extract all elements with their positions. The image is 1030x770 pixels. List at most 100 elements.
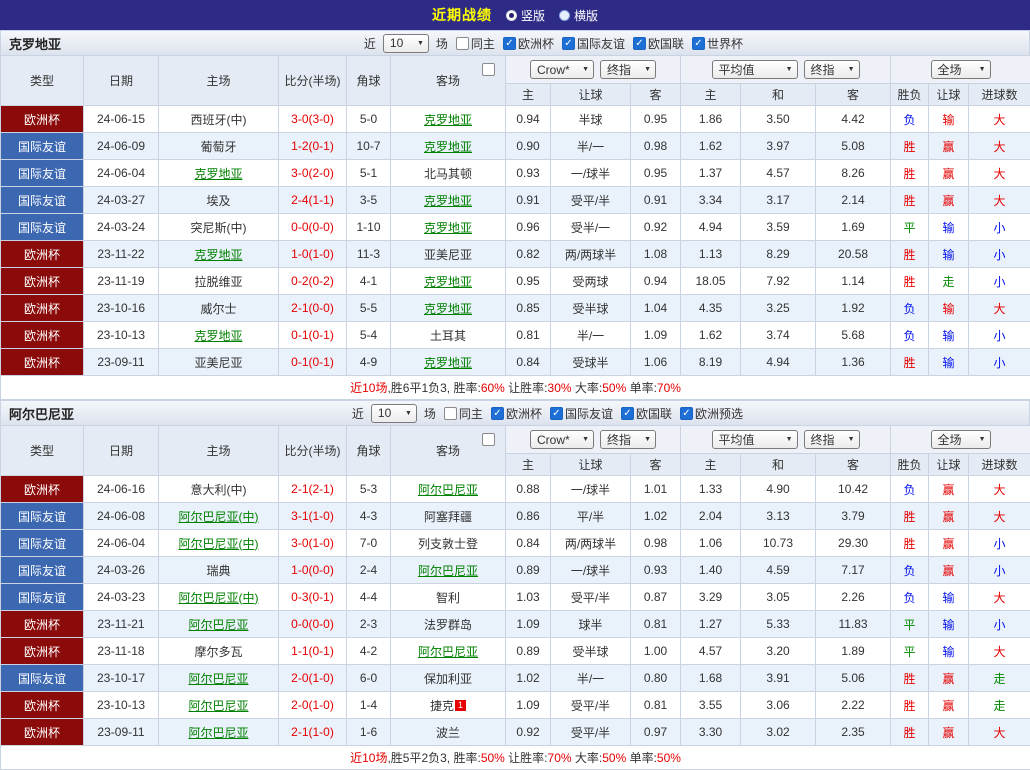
home-team-link[interactable]: 阿尔巴尼亚 bbox=[188, 618, 248, 632]
away-team-link[interactable]: 保加利亚 bbox=[424, 672, 472, 686]
home-team-link[interactable]: 西班牙(中) bbox=[191, 113, 247, 127]
away-team-link[interactable]: 列支敦士登 bbox=[418, 537, 478, 551]
same-home-checkbox[interactable] bbox=[444, 407, 457, 420]
league-checkbox[interactable] bbox=[692, 37, 705, 50]
league-filter-2[interactable]: 欧国联 bbox=[621, 405, 672, 422]
summary-text: 60% bbox=[481, 381, 505, 395]
league-filter-3[interactable]: 世界杯 bbox=[692, 35, 743, 52]
home-team-link[interactable]: 阿尔巴尼亚(中) bbox=[179, 537, 259, 551]
home-team-link[interactable]: 葡萄牙 bbox=[200, 140, 236, 154]
home-team-link[interactable]: 阿尔巴尼亚(中) bbox=[179, 510, 259, 524]
asian-odds-index-select[interactable]: 终指▼ bbox=[600, 430, 656, 449]
home-team-link[interactable]: 瑞典 bbox=[206, 564, 230, 578]
euro-odds-company-select[interactable]: 平均值▼ bbox=[712, 430, 798, 449]
away-team-cell: 捷克1 bbox=[391, 692, 506, 719]
league-type: 国际友谊 bbox=[1, 214, 84, 241]
away-team-link[interactable]: 阿尔巴尼亚 bbox=[418, 564, 478, 578]
home-team-link[interactable]: 意大利(中) bbox=[191, 483, 247, 497]
away-team-link[interactable]: 克罗地亚 bbox=[424, 140, 472, 154]
match-row: 欧洲杯23-11-22克罗地亚1-0(1-0)11-3亚美尼亚0.82两/两球半… bbox=[1, 241, 1030, 268]
league-filter-1[interactable]: 国际友谊 bbox=[550, 405, 613, 422]
match-count-select[interactable]: 10▼ bbox=[383, 34, 429, 53]
asian-home-odds: 0.94 bbox=[506, 106, 551, 133]
away-team-link[interactable]: 捷克 bbox=[430, 699, 454, 713]
radio-unselected-icon[interactable] bbox=[559, 10, 570, 21]
away-team-link[interactable]: 阿塞拜疆 bbox=[424, 510, 472, 524]
league-filter-3[interactable]: 欧洲预选 bbox=[680, 405, 743, 422]
match-date: 24-06-04 bbox=[84, 160, 159, 187]
away-team-link[interactable]: 法罗群岛 bbox=[424, 618, 472, 632]
league-checkbox[interactable] bbox=[503, 37, 516, 50]
asian-handicap: 球半 bbox=[551, 611, 631, 638]
away-team-link[interactable]: 克罗地亚 bbox=[424, 302, 472, 316]
home-team-link[interactable]: 突尼斯(中) bbox=[191, 221, 247, 235]
euro-home-odds: 3.55 bbox=[681, 692, 741, 719]
match-count-select[interactable]: 10▼ bbox=[371, 404, 417, 423]
asian-home-odds: 1.03 bbox=[506, 584, 551, 611]
euro-odds-index-select[interactable]: 终指▼ bbox=[804, 60, 860, 79]
horizontal-layout-option[interactable]: 横版 bbox=[559, 7, 598, 24]
away-team-link[interactable]: 阿尔巴尼亚 bbox=[418, 645, 478, 659]
goals-result-cell: 小 bbox=[969, 241, 1030, 268]
league-checkbox[interactable] bbox=[633, 37, 646, 50]
asian-odds-company-select[interactable]: Crow*▼ bbox=[530, 60, 594, 79]
home-team-link[interactable]: 阿尔巴尼亚 bbox=[188, 726, 248, 740]
summary-text: 让胜率: bbox=[505, 751, 548, 765]
home-team-link[interactable]: 阿尔巴尼亚 bbox=[188, 672, 248, 686]
odds-filter-checkbox[interactable] bbox=[482, 433, 495, 446]
home-team-link[interactable]: 摩尔多瓦 bbox=[194, 645, 242, 659]
match-scope-select[interactable]: 全场▼ bbox=[931, 430, 991, 449]
home-team-link[interactable]: 拉脱维亚 bbox=[194, 275, 242, 289]
same-home-checkbox[interactable] bbox=[456, 37, 469, 50]
asian-home-odds: 0.90 bbox=[506, 133, 551, 160]
league-filter-2[interactable]: 欧国联 bbox=[633, 35, 684, 52]
away-team-link[interactable]: 克罗地亚 bbox=[424, 194, 472, 208]
home-team-link[interactable]: 威尔士 bbox=[200, 302, 236, 316]
odds-filter-checkbox[interactable] bbox=[482, 63, 495, 76]
league-checkbox[interactable] bbox=[621, 407, 634, 420]
away-team-link[interactable]: 阿尔巴尼亚 bbox=[418, 483, 478, 497]
league-checkbox[interactable] bbox=[491, 407, 504, 420]
away-team-cell: 北马其顿 bbox=[391, 160, 506, 187]
away-team-link[interactable]: 北马其顿 bbox=[424, 167, 472, 181]
home-team-link[interactable]: 阿尔巴尼亚 bbox=[188, 699, 248, 713]
same-home-toggle[interactable]: 同主 bbox=[444, 405, 483, 422]
asian-handicap: 受半球 bbox=[551, 295, 631, 322]
league-filter-1[interactable]: 国际友谊 bbox=[562, 35, 625, 52]
asian-away-odds: 1.08 bbox=[631, 241, 681, 268]
select-value: 终指 bbox=[811, 61, 835, 78]
summary-text: 70% bbox=[657, 381, 681, 395]
match-scope-select[interactable]: 全场▼ bbox=[931, 60, 991, 79]
euro-home-odds: 1.13 bbox=[681, 241, 741, 268]
vertical-layout-option[interactable]: 竖版 bbox=[506, 7, 545, 24]
corner-cell: 5-4 bbox=[347, 322, 391, 349]
asian-odds-company-select[interactable]: Crow*▼ bbox=[530, 430, 594, 449]
away-team-link[interactable]: 克罗地亚 bbox=[424, 356, 472, 370]
away-team-link[interactable]: 克罗地亚 bbox=[424, 221, 472, 235]
asian-odds-index-select[interactable]: 终指▼ bbox=[600, 60, 656, 79]
radio-selected-icon[interactable] bbox=[506, 10, 517, 21]
same-home-toggle[interactable]: 同主 bbox=[456, 35, 495, 52]
away-team-link[interactable]: 土耳其 bbox=[430, 329, 466, 343]
away-team-cell: 克罗地亚 bbox=[391, 187, 506, 214]
home-team-link[interactable]: 克罗地亚 bbox=[194, 167, 242, 181]
league-filter-0[interactable]: 欧洲杯 bbox=[503, 35, 554, 52]
euro-odds-index-select[interactable]: 终指▼ bbox=[804, 430, 860, 449]
home-team-link[interactable]: 克罗地亚 bbox=[194, 248, 242, 262]
away-team-link[interactable]: 波兰 bbox=[436, 726, 460, 740]
away-team-link[interactable]: 克罗地亚 bbox=[424, 113, 472, 127]
home-team-link[interactable]: 阿尔巴尼亚(中) bbox=[179, 591, 259, 605]
league-filter-0[interactable]: 欧洲杯 bbox=[491, 405, 542, 422]
home-team-link[interactable]: 克罗地亚 bbox=[194, 329, 242, 343]
home-team-link[interactable]: 亚美尼亚 bbox=[194, 356, 242, 370]
home-team-link[interactable]: 埃及 bbox=[206, 194, 230, 208]
match-date: 24-03-26 bbox=[84, 557, 159, 584]
league-checkbox[interactable] bbox=[562, 37, 575, 50]
score-cell: 2-1(2-1) bbox=[279, 476, 347, 503]
euro-odds-company-select[interactable]: 平均值▼ bbox=[712, 60, 798, 79]
away-team-link[interactable]: 克罗地亚 bbox=[424, 275, 472, 289]
away-team-link[interactable]: 亚美尼亚 bbox=[424, 248, 472, 262]
league-checkbox[interactable] bbox=[550, 407, 563, 420]
away-team-link[interactable]: 智利 bbox=[436, 591, 460, 605]
league-checkbox[interactable] bbox=[680, 407, 693, 420]
